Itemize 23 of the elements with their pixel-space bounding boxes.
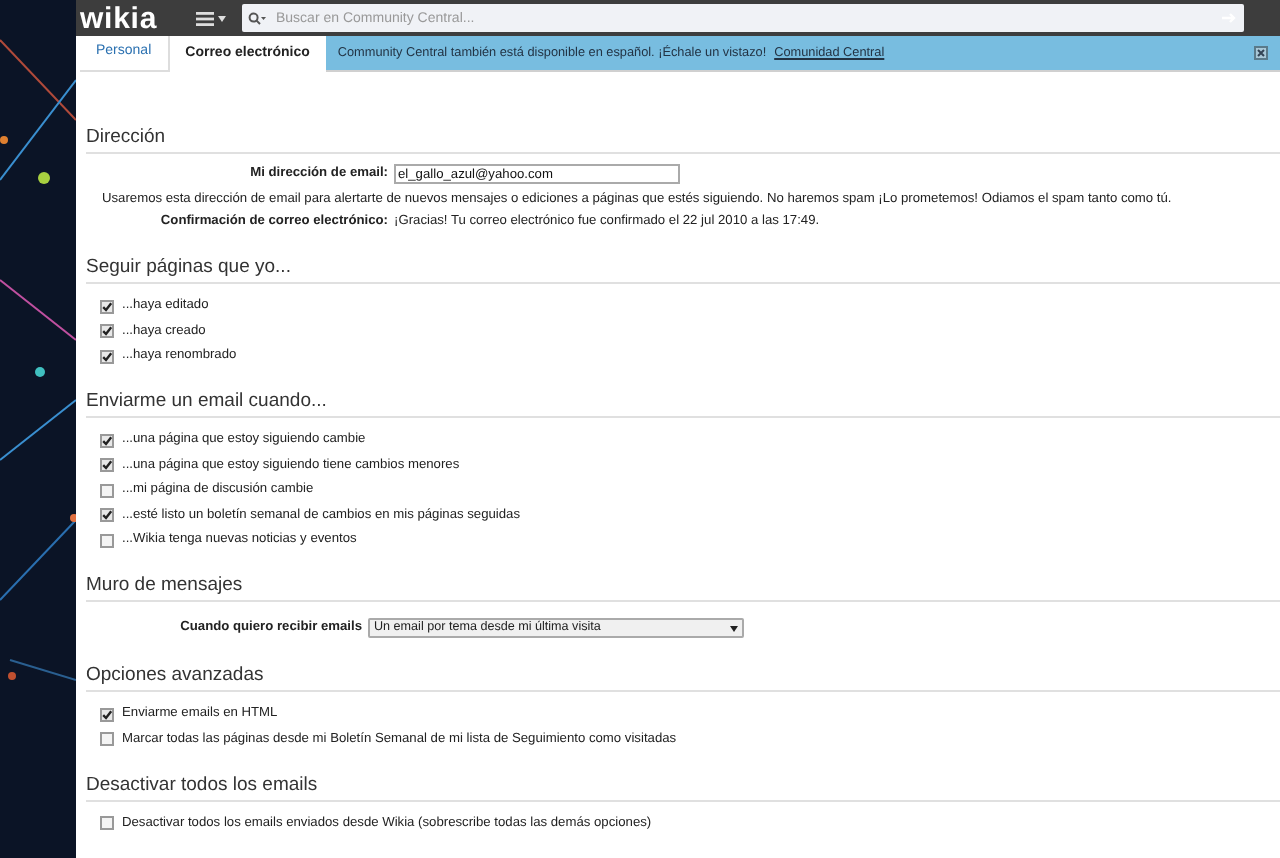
section-heading: Opciones avanzadas [86, 664, 1280, 692]
checkbox[interactable] [100, 299, 114, 313]
section-heading: Desactivar todos los emails [86, 773, 1280, 801]
checkbox[interactable] [100, 816, 114, 830]
menu-icon [196, 11, 214, 25]
menu-button[interactable] [192, 11, 230, 25]
checkbox[interactable] [100, 533, 114, 547]
close-icon[interactable] [1254, 46, 1268, 60]
search-icon [248, 11, 266, 25]
checkbox[interactable] [100, 349, 114, 363]
section-heading: Enviarme un email cuando... [86, 390, 1280, 418]
section-heading: Muro de mensajes [86, 574, 1280, 602]
checkbox[interactable] [100, 732, 114, 746]
checkbox[interactable] [100, 483, 114, 497]
checkbox[interactable] [100, 707, 114, 721]
checkbox[interactable] [100, 433, 114, 447]
checkbox[interactable] [100, 508, 114, 522]
section-heading: Dirección [86, 126, 1280, 154]
section-heading: Seguir páginas que yo... [86, 256, 1280, 284]
checkbox[interactable] [100, 458, 114, 472]
checkbox[interactable] [100, 324, 114, 338]
caret-icon [218, 15, 226, 21]
logo[interactable]: wikia [80, 3, 180, 33]
